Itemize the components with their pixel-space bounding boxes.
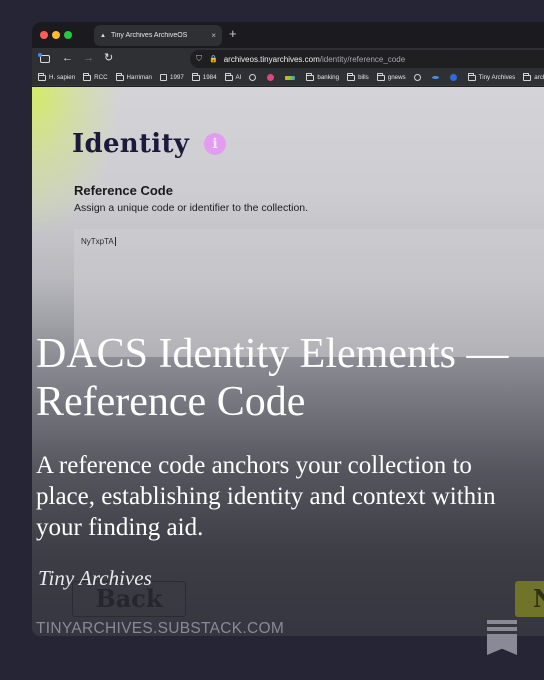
folder-icon <box>347 72 356 81</box>
reference-code-value: NyTxpTA <box>81 237 116 246</box>
bookmark-app-openai[interactable] <box>413 74 424 81</box>
folder-icon <box>115 72 124 81</box>
reload-icon[interactable]: ↻ <box>104 52 113 64</box>
back-arrow-icon[interactable]: ← <box>62 52 73 64</box>
navigation-bar: ← → ↻ ⛉ 🔒 archiveos.tinyarchives.com /id… <box>32 48 544 70</box>
substack-bookmark-icon <box>487 620 517 656</box>
bookmark-h-sapien[interactable]: H. sapien <box>38 72 75 81</box>
bookmark-banking[interactable]: banking <box>306 72 339 81</box>
maximize-window-button[interactable] <box>64 31 72 39</box>
bookmark-ai[interactable]: AI <box>224 72 241 81</box>
folder-icon <box>306 72 315 81</box>
url-host: archiveos.tinyarchives.com <box>223 54 320 64</box>
bookmark-globe[interactable] <box>249 74 259 81</box>
folder-icon <box>376 72 385 81</box>
folder-icon <box>38 72 46 81</box>
folder-icon <box>224 72 233 81</box>
headline: DACS Identity Elements — Reference Code <box>36 331 509 425</box>
minimize-window-button[interactable] <box>52 31 60 39</box>
substack-flag <box>487 634 517 655</box>
substack-bar <box>487 620 517 624</box>
bookmark-app-link[interactable] <box>431 76 442 79</box>
bookmark-tiny-archives[interactable]: Tiny Archives <box>467 72 515 81</box>
page-title: Identity <box>72 129 190 159</box>
url-path: /identity/reference_code <box>319 54 406 64</box>
calendar-icon <box>160 74 167 81</box>
subtext: A reference code anchors your collection… <box>36 452 496 541</box>
bookmark-app-blue[interactable] <box>449 74 460 81</box>
browser-tab[interactable]: ▲ Tiny Archives ArchiveOS × <box>94 25 222 46</box>
field-title: Reference Code <box>74 183 173 198</box>
app-icon <box>285 75 296 80</box>
forward-arrow-icon[interactable]: → <box>83 52 94 64</box>
substack-bar <box>487 627 517 631</box>
bookmark-gnews[interactable]: gnews <box>376 72 406 81</box>
footer-url: TINYARCHIVES.SUBSTACK.COM <box>36 620 285 637</box>
bookmark-harriman[interactable]: Harriman <box>115 72 152 81</box>
bookmark-app-stripe[interactable] <box>285 75 298 80</box>
new-tab-button[interactable]: + <box>229 27 237 41</box>
accent-glow <box>32 87 122 237</box>
tab-favicon-icon: ▲ <box>100 32 106 39</box>
lock-icon[interactable]: 🔒 <box>209 55 218 63</box>
tab-bar: ▲ Tiny Archives ArchiveOS × + <box>32 22 544 48</box>
close-window-button[interactable] <box>40 31 48 39</box>
bookmark-app-pink[interactable] <box>267 74 277 81</box>
tab-close-icon[interactable]: × <box>211 31 216 40</box>
bookmark-bills[interactable]: bills <box>347 72 369 81</box>
globe-icon <box>249 74 257 81</box>
browser-window: ▲ Tiny Archives ArchiveOS × + ← → ↻ ⛉ 🔒 … <box>32 22 544 636</box>
bookmark-arch[interactable]: arch <box>523 72 544 81</box>
sidebar-toggle-icon[interactable] <box>38 53 50 63</box>
tab-title: Tiny Archives ArchiveOS <box>110 32 188 39</box>
bookmark-1997[interactable]: 1997 <box>160 74 184 81</box>
info-icon[interactable]: i <box>204 133 226 155</box>
bookmarks-bar: H. sapien RCC Harriman 1997 1984 AI bank… <box>32 70 544 86</box>
address-bar[interactable]: ⛉ 🔒 archiveos.tinyarchives.com /identity… <box>190 50 544 68</box>
folder-icon <box>83 72 92 81</box>
bookmark-rcc[interactable]: RCC <box>83 72 108 81</box>
folder-icon <box>191 72 200 81</box>
folder-icon <box>467 72 476 81</box>
brand-name: Tiny Archives <box>38 566 152 590</box>
next-button[interactable]: N <box>515 581 544 617</box>
app-icon <box>431 76 439 79</box>
app-icon <box>267 74 275 81</box>
field-description: Assign a unique code or identifier to th… <box>74 202 309 214</box>
folder-icon <box>523 72 532 81</box>
shield-icon[interactable]: ⛉ <box>196 54 202 64</box>
app-icon <box>413 74 421 81</box>
bookmark-1984[interactable]: 1984 <box>191 72 217 81</box>
app-icon <box>449 74 457 81</box>
